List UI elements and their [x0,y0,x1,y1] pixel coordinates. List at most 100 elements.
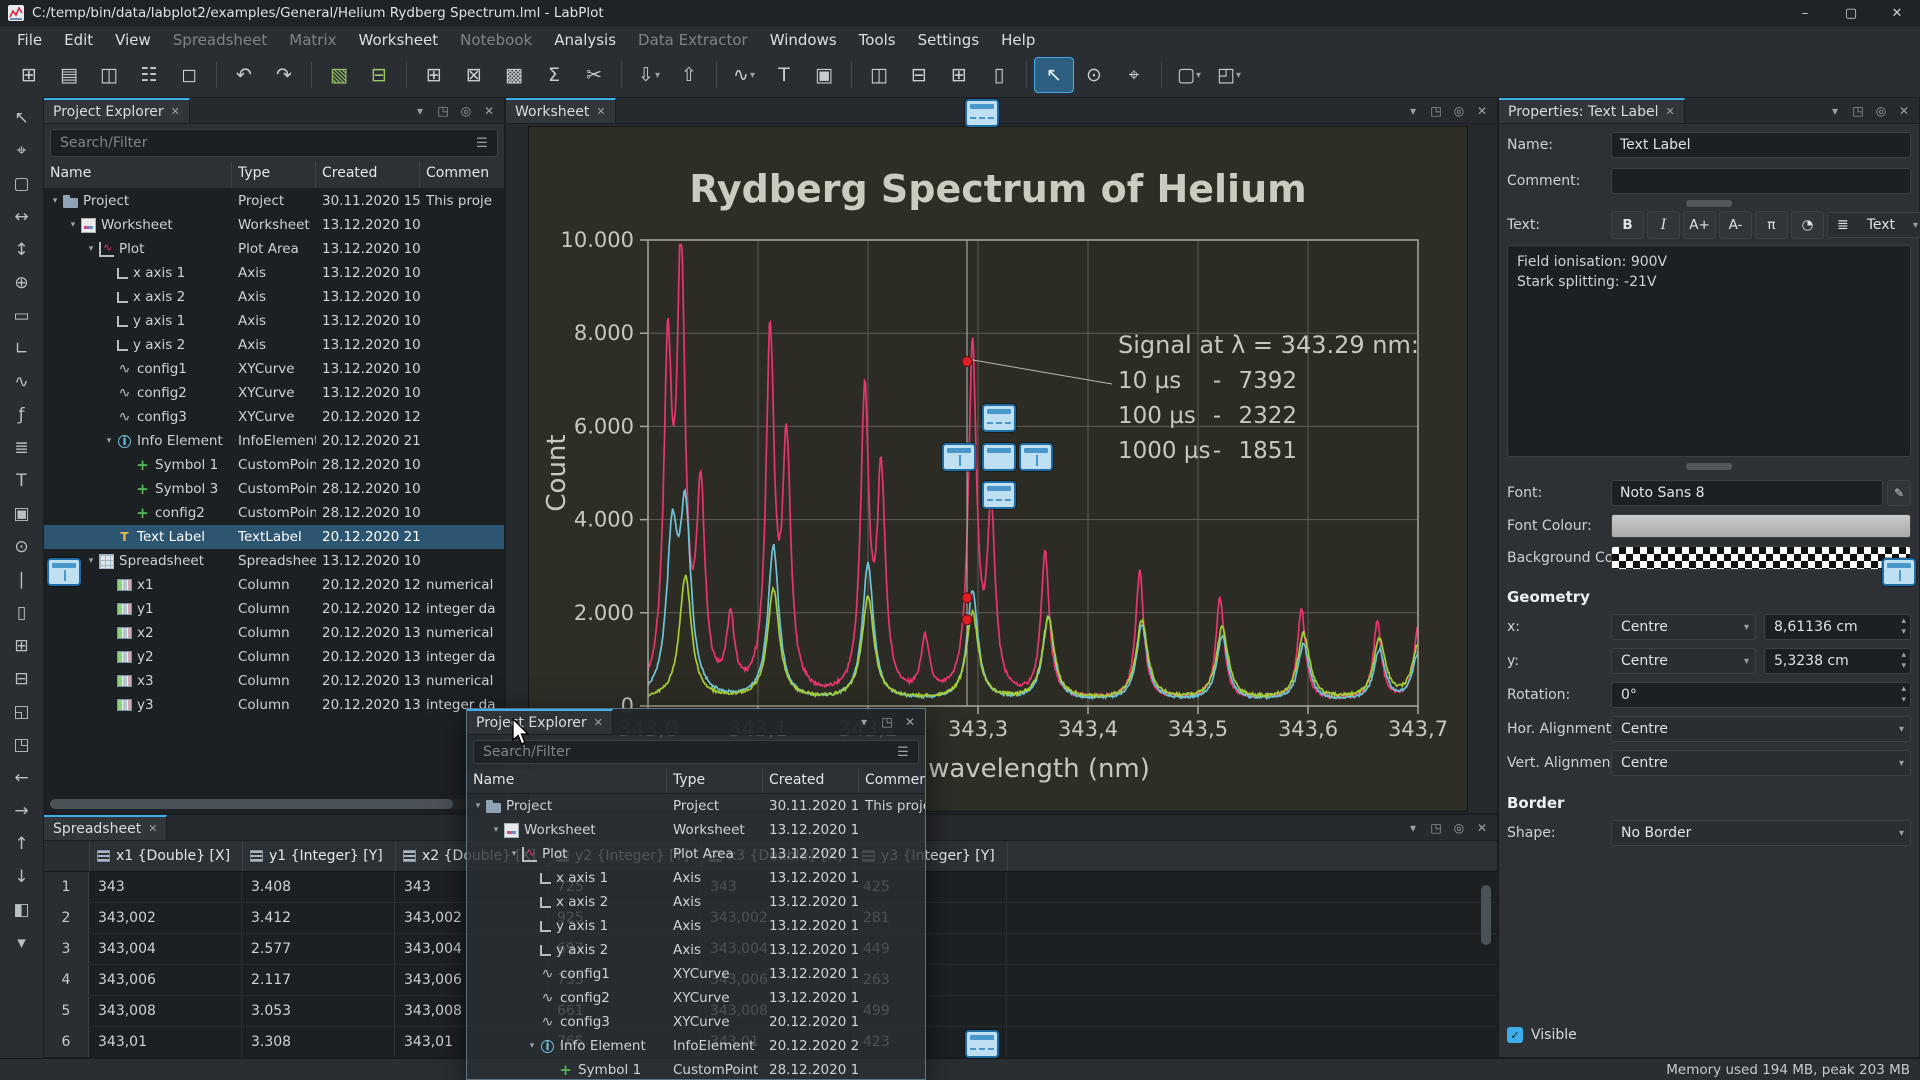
floating-column-header[interactable]: NameTypeCreatedCommen [467,769,925,794]
menu-tools[interactable]: Tools [848,26,907,53]
horizontal-layout-button[interactable]: ⊟ [900,58,938,92]
menu-view[interactable]: View [104,26,162,53]
caret-down-icon[interactable] [1825,101,1845,121]
add-reference-range-button[interactable]: ▯ [6,598,38,628]
spreadsheet-column-y1[interactable]: y1 {Integer} [Y] [243,841,396,871]
close-icon[interactable] [1894,101,1914,121]
expand-arrow-icon[interactable]: ▾ [507,849,521,859]
tree-row-project[interactable]: ▾ProjectProject30.11.2020 15:23This proj… [467,794,925,818]
plot-title[interactable]: Rydberg Spectrum of Helium [689,167,1306,211]
tree-row-y-axis-1[interactable]: y axis 1Axis13.12.2020 10:01 [467,914,925,938]
tree-row-worksheet[interactable]: ▾WorksheetWorksheet13.12.2020 10:01 [44,213,504,237]
dock-drop-indicator-center-bottom[interactable] [982,481,1016,509]
spin-arrows-icon[interactable]: ▴▾ [1901,650,1906,672]
tree-row-project[interactable]: ▾ProjectProject30.11.2020 15:23This proj… [44,189,504,213]
font-colour-swatch[interactable] [1611,514,1911,538]
shift-up-button[interactable]: ↑ [6,829,38,859]
spreadsheet-cell[interactable]: 3.408 [242,872,395,902]
info-label-title[interactable]: Signal at λ = 343.29 nm: [1118,331,1419,359]
add-image-button[interactable]: ▣ [6,499,38,529]
filter-options-icon[interactable] [472,134,492,152]
info-marker-point[interactable] [962,615,972,625]
row-header[interactable]: 3 [44,934,89,964]
info-label-series[interactable]: 1000 µs [1118,438,1210,464]
tab-floating-project-explorer[interactable]: Project Explorer [467,709,613,734]
tree-row-symbol-3[interactable]: Symbol 3CustomPoint28.12.2020 10:06 [44,477,504,501]
bold-button[interactable]: B [1611,211,1644,239]
spreadsheet-column-x1[interactable]: x1 {Double} [X] [90,841,243,871]
crosshair-button[interactable]: ⌖ [6,136,38,166]
add-fit-curve-button[interactable]: ƒ [6,400,38,430]
clear-cells-button[interactable]: ✂ [575,58,613,92]
expand-arrow-icon[interactable]: ▾ [525,1041,539,1051]
tree-row-x2[interactable]: x2Column20.12.2020 13:55numerical [44,621,504,645]
pin-icon[interactable] [456,101,476,121]
column-header-name[interactable]: Name [44,162,232,188]
add-image-button[interactable]: ▣ [805,58,843,92]
x-axis-title[interactable]: wavelength (nm) [928,754,1150,784]
add-text-button[interactable]: T [6,466,38,496]
dock-drop-indicator-bottom[interactable] [965,1030,999,1058]
explorer-column-header[interactable]: NameTypeCreatedCommen [44,162,504,189]
visible-checkbox[interactable] [1507,1027,1523,1043]
comment-field[interactable] [1611,168,1911,194]
menu-help[interactable]: Help [990,26,1046,53]
superscript-button[interactable]: A+ [1683,211,1716,239]
dock-drop-indicator-center-top[interactable] [982,404,1016,432]
expand-arrow-icon[interactable]: ▾ [84,244,98,254]
zoom-mode-button[interactable]: ⊙ [1075,58,1113,92]
menu-analysis[interactable]: Analysis [543,26,627,53]
tree-row-config2[interactable]: config2XYCurve13.12.2020 10:11 [467,986,925,1010]
scrollbar-thumb[interactable] [50,799,453,809]
row-header[interactable]: 6 [44,1027,89,1057]
undo-button[interactable]: ↶ [225,58,263,92]
break-layout-button[interactable]: ▯ [980,58,1018,92]
tab-close-icon[interactable] [594,716,603,729]
print-button[interactable]: ☷ [130,58,168,92]
add-text-label-button[interactable]: T [765,58,803,92]
spreadsheet-cell[interactable]: 343,002 [89,903,242,933]
presenter-mode-button[interactable]: ◳ [6,730,38,760]
column-header-commen[interactable]: Commen [420,162,504,188]
tab-close-icon[interactable] [596,105,605,118]
navigate-mode-button[interactable]: ↖ [1035,58,1073,92]
tree-row-info-element[interactable]: ▾Info ElementInfoElement20.12.2020 21:15 [467,1034,925,1058]
menu-edit[interactable]: Edit [53,26,104,53]
vert-alignment-combo[interactable]: Centre [1611,750,1911,776]
x-anchor-combo[interactable]: Centre [1611,614,1756,640]
add-axis-button[interactable]: ∟ [6,334,38,364]
tab-close-icon[interactable] [148,822,157,835]
floating-search-input[interactable] [473,740,919,764]
new-spreadsheet-button[interactable]: ⊟ [360,58,398,92]
background-colour-swatch[interactable] [1611,546,1911,570]
close-icon[interactable] [900,712,920,732]
add-custom-point-button[interactable]: ⊙ [6,532,38,562]
import-data-button[interactable]: ⇩▾ [630,58,668,92]
zoom-y-button[interactable]: ↕ [6,235,38,265]
rotation-spinbox[interactable]: 0° ▴▾ [1611,682,1911,708]
column-header-created[interactable]: Created [316,162,420,188]
statistics-button[interactable]: Σ [535,58,573,92]
row-header[interactable]: 1 [44,872,89,902]
spreadsheet-cell[interactable]: 2.117 [242,965,395,995]
close-icon[interactable] [479,101,499,121]
panel-resize-grip[interactable] [1686,200,1732,207]
x-position-spinbox[interactable]: 8,61136 cm ▴▾ [1764,614,1911,640]
filter-options-icon[interactable] [893,743,913,761]
print-preview-button[interactable]: ◻ [170,58,208,92]
select-region-button[interactable]: ◧ [6,895,38,925]
column-header-commen[interactable]: Commen [859,769,925,793]
tree-row-y3[interactable]: y3Column20.12.2020 13:56integer da [44,693,504,717]
info-label-series[interactable]: 100 µs [1118,403,1196,429]
new-matrix-button[interactable]: ▩ [495,58,533,92]
tree-row-y1[interactable]: y1Column20.12.2020 12:39integer da [44,597,504,621]
spin-arrows-icon[interactable]: ▴▾ [1901,684,1906,706]
minimize-button[interactable]: – [1782,0,1828,26]
column-header-created[interactable]: Created [763,769,859,793]
row-header[interactable]: 4 [44,965,89,995]
spreadsheet-cell[interactable]: 343,004 [89,934,242,964]
tree-row-x-axis-1[interactable]: x axis 1Axis13.12.2020 10:01 [467,866,925,890]
more-tools-button[interactable]: ▾ [6,928,38,958]
float-icon[interactable] [1426,818,1446,838]
float-icon[interactable] [433,101,453,121]
